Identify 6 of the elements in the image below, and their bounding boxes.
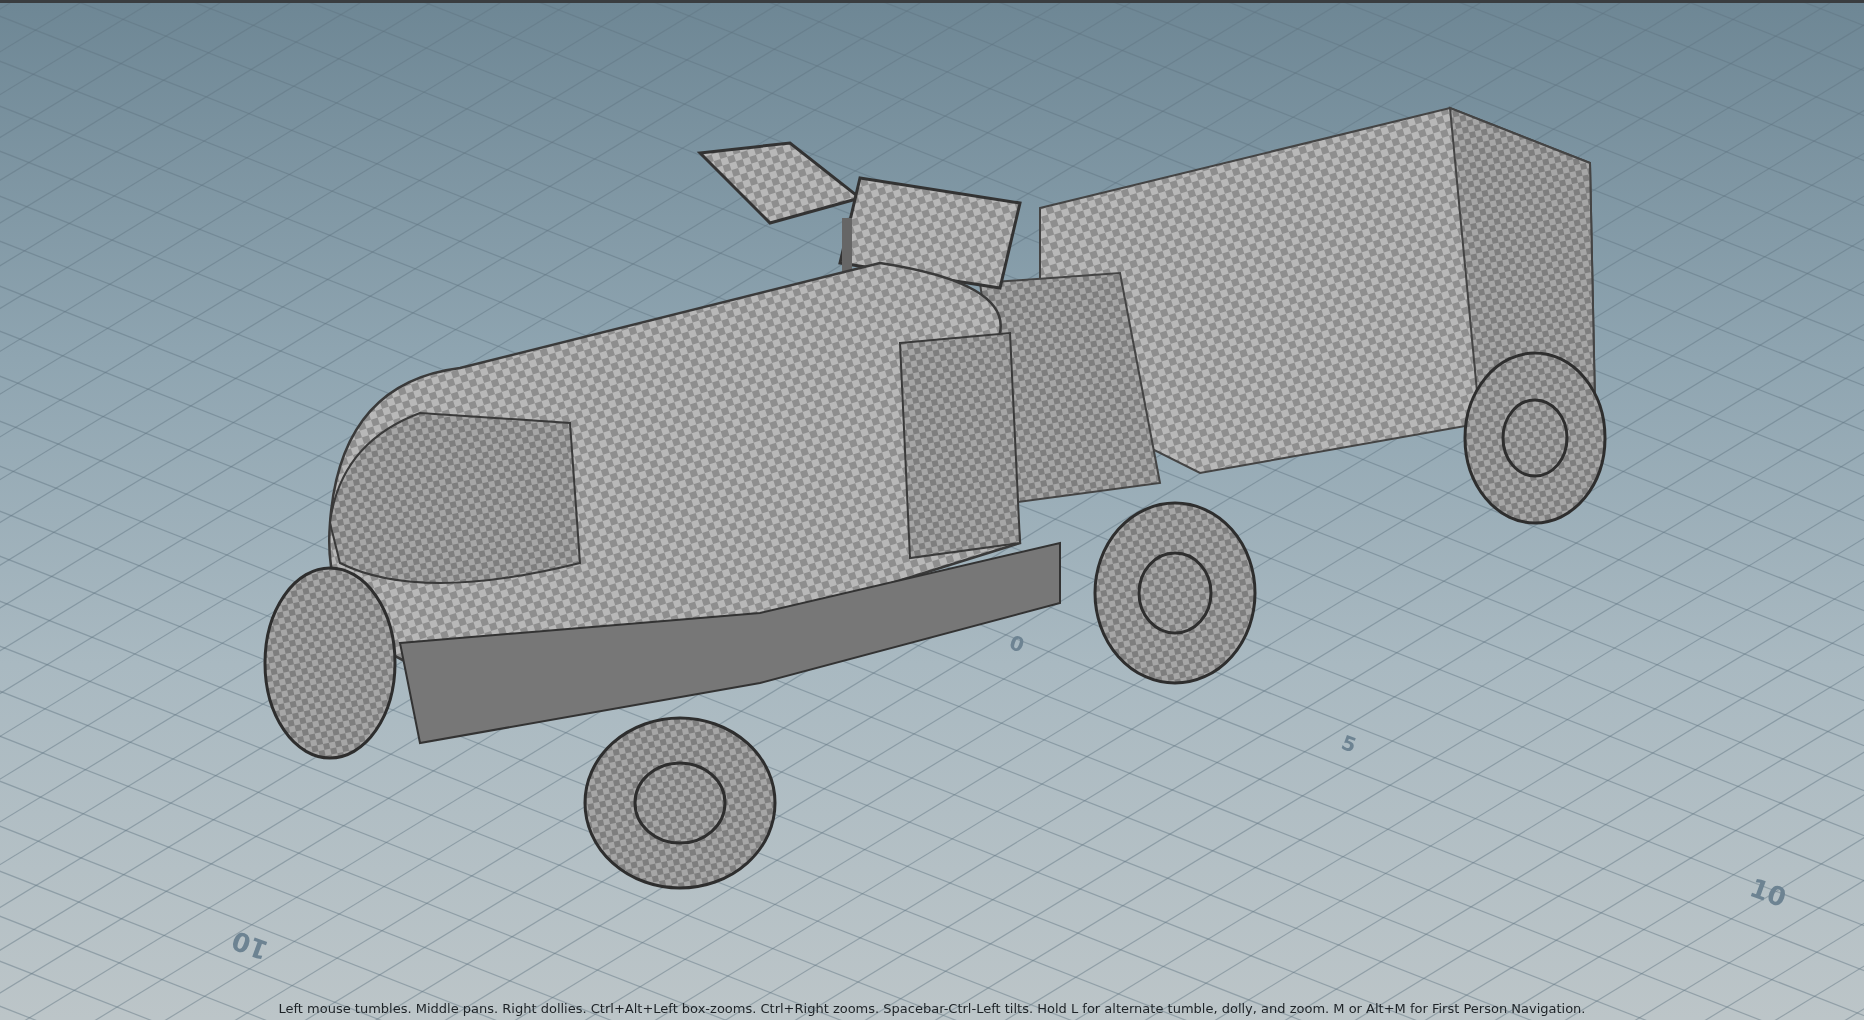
grid-label: 0	[1006, 630, 1028, 658]
3d-viewport[interactable]	[0, 3, 1864, 1020]
navigation-hint: Left mouse tumbles. Middle pans. Right dollies. Ctrl+Alt+Left box-zooms. Ctrl+Right zooms. Spacebar-Ctrl-Left tilts. Hold L for alternate tumble, dolly, and zoom. M or Alt+M for First Person Navigation.	[277, 1001, 1587, 1016]
grid-label: 10	[227, 925, 273, 966]
grid-label: 5	[1338, 730, 1360, 758]
grid-label: 10	[1745, 872, 1791, 913]
